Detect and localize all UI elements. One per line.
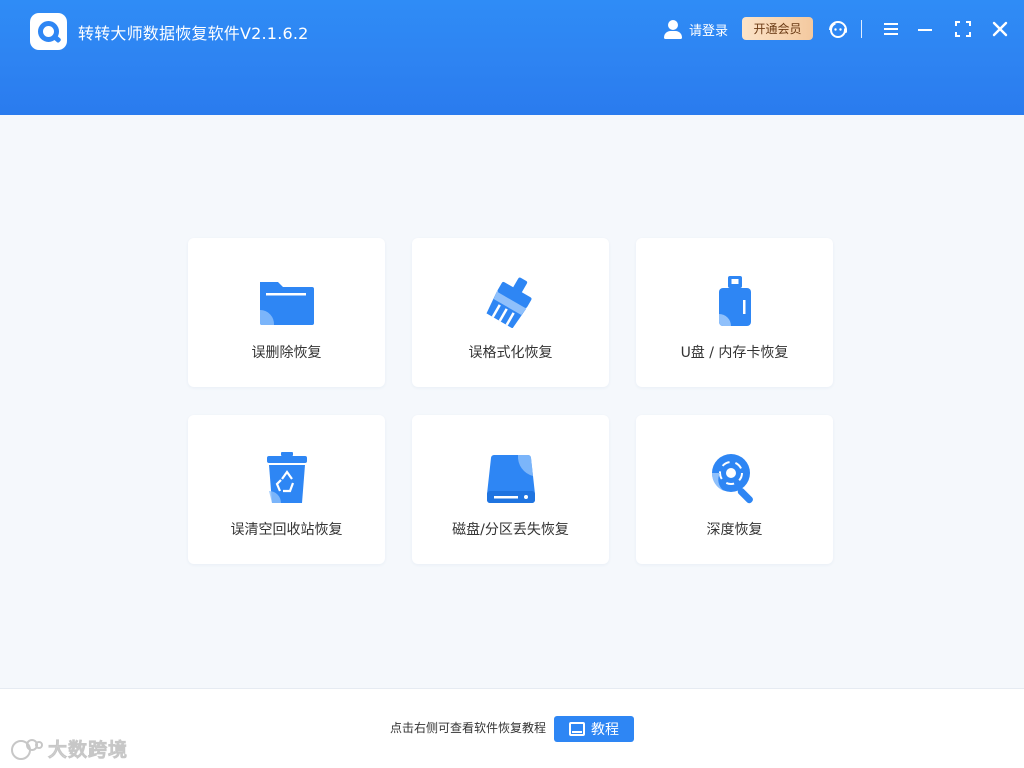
- watermark: 大数跨境: [8, 735, 128, 762]
- support-icon[interactable]: [826, 17, 850, 41]
- card-recycle-bin-recovery[interactable]: 误清空回收站恢复: [188, 415, 385, 564]
- folder-icon: [258, 274, 316, 328]
- header-divider: [861, 20, 862, 38]
- tutorial-label: 教程: [591, 721, 619, 737]
- card-label: 磁盘/分区丢失恢复: [452, 522, 569, 538]
- app-logo: [30, 13, 67, 50]
- menu-icon[interactable]: [879, 17, 903, 41]
- tutorial-button[interactable]: 教程: [554, 716, 634, 742]
- card-label: U盘 / 内存卡恢复: [680, 345, 789, 361]
- card-deleted-recovery[interactable]: 误删除恢复: [188, 238, 385, 387]
- card-format-recovery[interactable]: 误格式化恢复: [412, 238, 609, 387]
- app-title: 转转大师数据恢复软件V2.1.6.2: [78, 24, 309, 43]
- card-label: 误删除恢复: [251, 345, 322, 361]
- login-label: 请登录: [689, 23, 729, 39]
- tutorial-hint: 点击右侧可查看软件恢复教程: [390, 721, 547, 735]
- card-deep-recovery[interactable]: 深度恢复: [636, 415, 833, 564]
- watermark-logo-icon: [11, 738, 43, 760]
- usb-drive-icon: [706, 274, 764, 328]
- card-partition-recovery[interactable]: 磁盘/分区丢失恢复: [412, 415, 609, 564]
- card-label: 误格式化恢复: [468, 345, 553, 361]
- close-icon[interactable]: [988, 17, 1012, 41]
- minimize-icon[interactable]: [913, 17, 937, 41]
- maximize-icon[interactable]: [951, 17, 975, 41]
- hard-disk-icon: [482, 451, 540, 505]
- title-bar: 转转大师数据恢复软件V2.1.6.2 请登录 开通会员: [0, 0, 1024, 115]
- recycle-bin-icon: [258, 451, 316, 505]
- card-label: 误清空回收站恢复: [230, 522, 343, 538]
- vip-button[interactable]: 开通会员: [742, 17, 813, 40]
- card-usb-recovery[interactable]: U盘 / 内存卡恢复: [636, 238, 833, 387]
- watermark-text: 大数跨境: [48, 739, 129, 762]
- user-icon: [663, 19, 683, 39]
- main-panel: 误删除恢复 误格式化恢复 U盘 / 内存卡恢复 误清空回收站恢复 磁盘/分区丢失…: [0, 115, 1024, 688]
- login-button[interactable]: 请登录: [663, 18, 728, 40]
- book-icon: [569, 722, 585, 736]
- broom-icon: [482, 274, 540, 328]
- card-label: 深度恢复: [706, 522, 763, 538]
- footer-bar: 点击右侧可查看软件恢复教程 教程: [0, 688, 1024, 768]
- deep-scan-icon: [706, 451, 764, 505]
